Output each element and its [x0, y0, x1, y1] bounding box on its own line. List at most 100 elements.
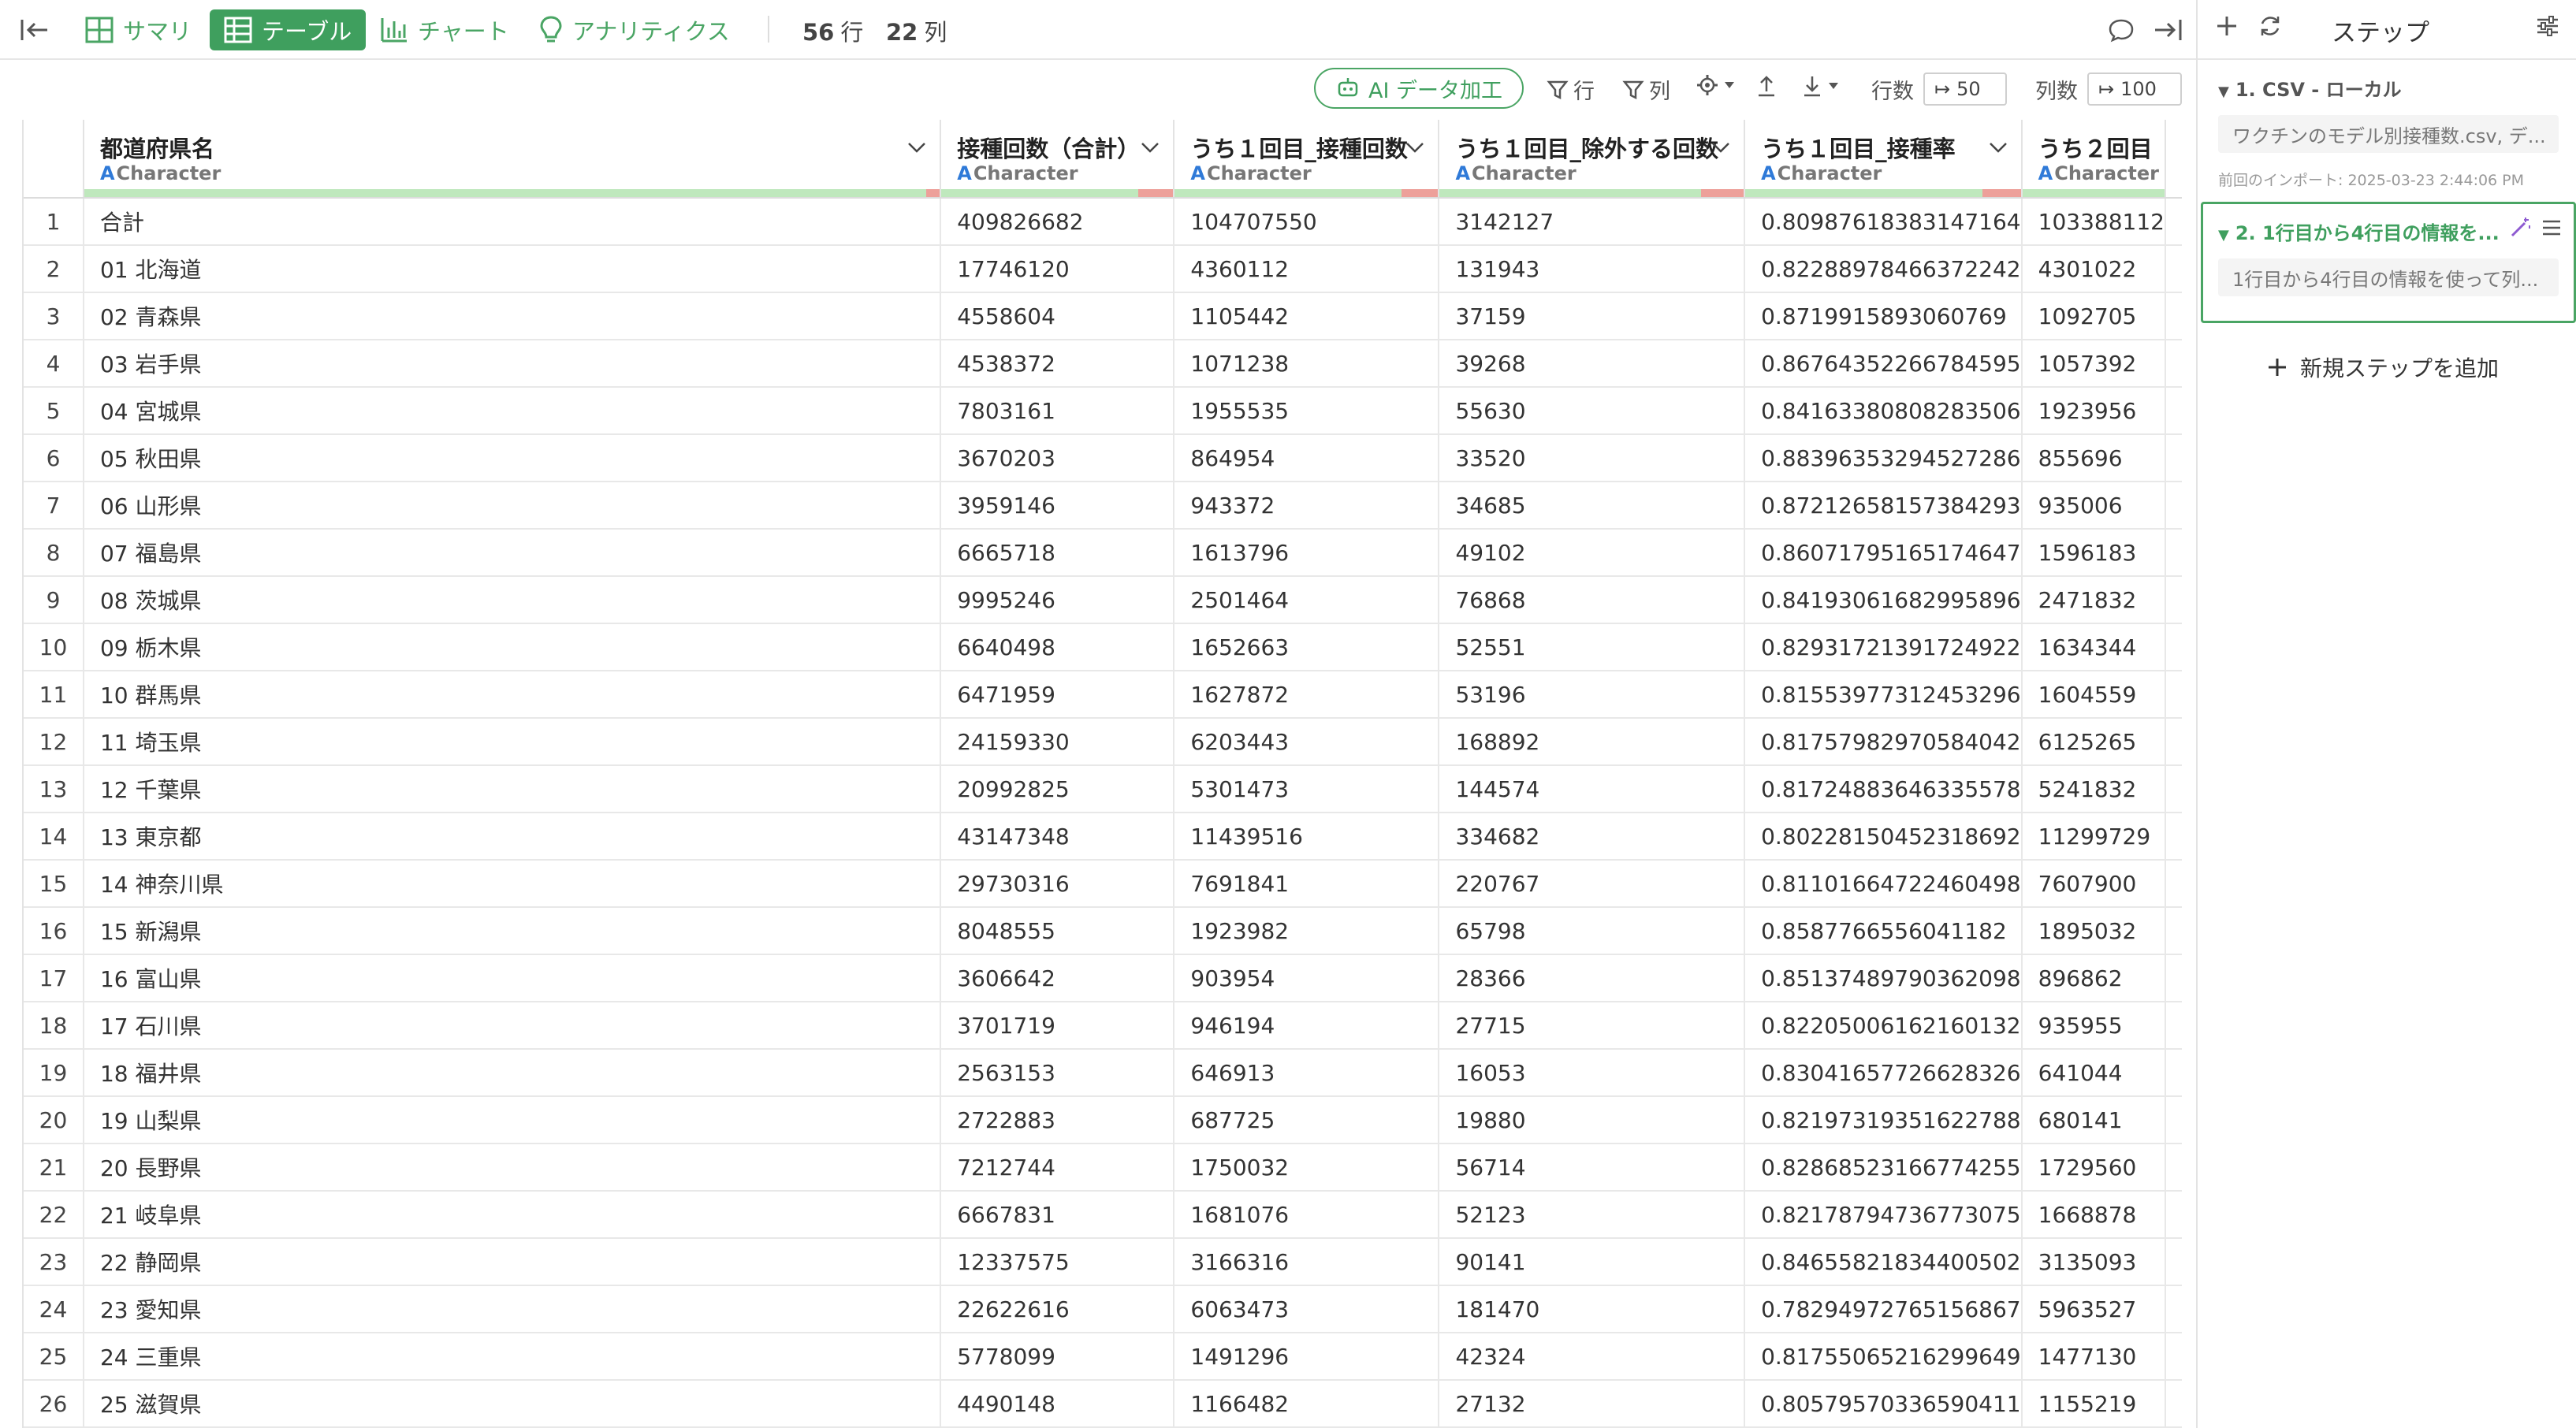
- table-cell[interactable]: 0.82205006162160132: [1744, 1002, 2023, 1050]
- column-header[interactable]: 都道府県名 ACharacter: [83, 120, 942, 199]
- table-cell[interactable]: 1729560: [2021, 1144, 2167, 1192]
- table-cell[interactable]: 6667831: [940, 1191, 1175, 1239]
- table-cell[interactable]: 0.84193061682995896: [1744, 576, 2023, 624]
- table-cell[interactable]: 4301022: [2021, 245, 2167, 293]
- table-cell[interactable]: 3701719: [940, 1002, 1175, 1050]
- table-cell[interactable]: 4558604: [940, 292, 1175, 340]
- table-cell[interactable]: 33520: [1439, 434, 1746, 482]
- add-step-button[interactable]: 新規ステップを追加: [2267, 351, 2499, 383]
- table-cell[interactable]: 65798: [1439, 907, 1746, 955]
- table-cell[interactable]: 19 山梨県: [83, 1096, 942, 1144]
- table-cell[interactable]: 220767: [1439, 860, 1746, 908]
- table-cell[interactable]: 24 三重県: [83, 1333, 942, 1381]
- table-cell[interactable]: 4360112: [1174, 245, 1440, 293]
- tab-analytics[interactable]: アナリティクス: [539, 9, 730, 50]
- table-cell[interactable]: 3606642: [940, 954, 1175, 1002]
- table-cell[interactable]: 29730316: [940, 860, 1175, 908]
- table-cell[interactable]: 1923956: [2021, 387, 2167, 435]
- table-cell[interactable]: 1155219: [2021, 1380, 2167, 1428]
- table-cell[interactable]: 08 茨城県: [83, 576, 942, 624]
- table-cell[interactable]: 04 宮城県: [83, 387, 942, 435]
- table-cell[interactable]: 22622616: [940, 1285, 1175, 1333]
- table-cell[interactable]: 0.82931721391724922: [1744, 623, 2023, 671]
- table-cell[interactable]: 18 福井県: [83, 1049, 942, 1097]
- sliders-icon[interactable]: [2535, 14, 2560, 41]
- table-cell[interactable]: 6640498: [940, 623, 1175, 671]
- table-cell[interactable]: 0.82868523166774255: [1744, 1144, 2023, 1192]
- table-cell[interactable]: 14 神奈川県: [83, 860, 942, 908]
- tab-table[interactable]: テーブル: [210, 9, 367, 50]
- table-cell[interactable]: 16053: [1439, 1049, 1746, 1097]
- table-cell[interactable]: 0.81724883646335578: [1744, 765, 2023, 813]
- table-cell[interactable]: 1895032: [2021, 907, 2167, 955]
- table-cell[interactable]: 7691841: [1174, 860, 1440, 908]
- table-cell[interactable]: 0.87212658157384293: [1744, 482, 2023, 530]
- column-header[interactable]: うち１回目_接種回数 ACharacter: [1174, 120, 1440, 199]
- chevron-down-icon[interactable]: [1405, 140, 1425, 154]
- table-cell[interactable]: 1668878: [2021, 1191, 2167, 1239]
- table-cell[interactable]: 7212744: [940, 1144, 1175, 1192]
- table-cell[interactable]: 7607900: [2021, 860, 2167, 908]
- table-cell[interactable]: 03 岩手県: [83, 340, 942, 388]
- table-cell[interactable]: 11299729: [2021, 813, 2167, 861]
- table-cell[interactable]: 49102: [1439, 529, 1746, 577]
- table-cell[interactable]: 680141: [2021, 1096, 2167, 1144]
- table-cell[interactable]: 1477130: [2021, 1333, 2167, 1381]
- table-cell[interactable]: 16 富山県: [83, 954, 942, 1002]
- table-cell[interactable]: 0.80579570336590411: [1744, 1380, 2023, 1428]
- step-2-detail[interactable]: 1行目から4行目の情報を使って列...: [2218, 258, 2559, 296]
- table-cell[interactable]: 53196: [1439, 671, 1746, 719]
- table-cell[interactable]: 24159330: [940, 718, 1175, 766]
- table-cell[interactable]: 4538372: [940, 340, 1175, 388]
- table-cell[interactable]: 90141: [1439, 1238, 1746, 1286]
- step-2-header[interactable]: ▼ 2. 1行目から4行目の情報を...: [2218, 218, 2500, 245]
- table-cell[interactable]: 6203443: [1174, 718, 1440, 766]
- table-cell[interactable]: 1634344: [2021, 623, 2167, 671]
- table-cell[interactable]: 09 栃木県: [83, 623, 942, 671]
- table-cell[interactable]: 1166482: [1174, 1380, 1440, 1428]
- table-cell[interactable]: 0.84163380808283506: [1744, 387, 2023, 435]
- settings-dropdown[interactable]: [1696, 74, 1740, 96]
- table-cell[interactable]: 0.78294972765156867: [1744, 1285, 2023, 1333]
- table-cell[interactable]: 0.85137489790362098: [1744, 954, 2023, 1002]
- table-cell[interactable]: 22 静岡県: [83, 1238, 942, 1286]
- table-cell[interactable]: 935955: [2021, 1002, 2167, 1050]
- table-cell[interactable]: 5778099: [940, 1333, 1175, 1381]
- column-header[interactable]: うち１回目_接種率 ACharacter: [1744, 120, 2023, 199]
- table-cell[interactable]: 0.81757982970584042: [1744, 718, 2023, 766]
- table-cell[interactable]: 103388112: [2021, 198, 2167, 246]
- table-cell[interactable]: 23 愛知県: [83, 1285, 942, 1333]
- table-cell[interactable]: 409826682: [940, 198, 1175, 246]
- table-cell[interactable]: 43147348: [940, 813, 1175, 861]
- table-cell[interactable]: 1613796: [1174, 529, 1440, 577]
- table-cell[interactable]: 3135093: [2021, 1238, 2167, 1286]
- table-cell[interactable]: 104707550: [1174, 198, 1440, 246]
- table-cell[interactable]: 1105442: [1174, 292, 1440, 340]
- table-cell[interactable]: 9995246: [940, 576, 1175, 624]
- tab-summary[interactable]: サマリ: [85, 9, 192, 50]
- table-cell[interactable]: 4490148: [940, 1380, 1175, 1428]
- table-cell[interactable]: 0.82178794736773075: [1744, 1191, 2023, 1239]
- table-cell[interactable]: 144574: [1439, 765, 1746, 813]
- table-cell[interactable]: 2563153: [940, 1049, 1175, 1097]
- table-cell[interactable]: 12 千葉県: [83, 765, 942, 813]
- chevron-down-icon[interactable]: [1140, 140, 1160, 154]
- comment-icon[interactable]: [2108, 9, 2144, 50]
- table-cell[interactable]: 28366: [1439, 954, 1746, 1002]
- table-cell[interactable]: 0.86764352266784595: [1744, 340, 2023, 388]
- ai-data-processing-button[interactable]: AI データ加工: [1314, 68, 1524, 109]
- table-cell[interactable]: 17 石川県: [83, 1002, 942, 1050]
- table-cell[interactable]: 20 長野県: [83, 1144, 942, 1192]
- table-cell[interactable]: 0.83041657726628326: [1744, 1049, 2023, 1097]
- table-cell[interactable]: 7803161: [940, 387, 1175, 435]
- table-cell[interactable]: 1681076: [1174, 1191, 1440, 1239]
- table-cell[interactable]: 2471832: [2021, 576, 2167, 624]
- table-cell[interactable]: 1627872: [1174, 671, 1440, 719]
- table-cell[interactable]: 13 東京都: [83, 813, 942, 861]
- table-cell[interactable]: 1652663: [1174, 623, 1440, 671]
- table-cell[interactable]: 21 岐阜県: [83, 1191, 942, 1239]
- table-cell[interactable]: 1491296: [1174, 1333, 1440, 1381]
- menu-icon[interactable]: [2541, 218, 2562, 241]
- chevron-down-icon[interactable]: [1711, 140, 1731, 154]
- table-cell[interactable]: 5963527: [2021, 1285, 2167, 1333]
